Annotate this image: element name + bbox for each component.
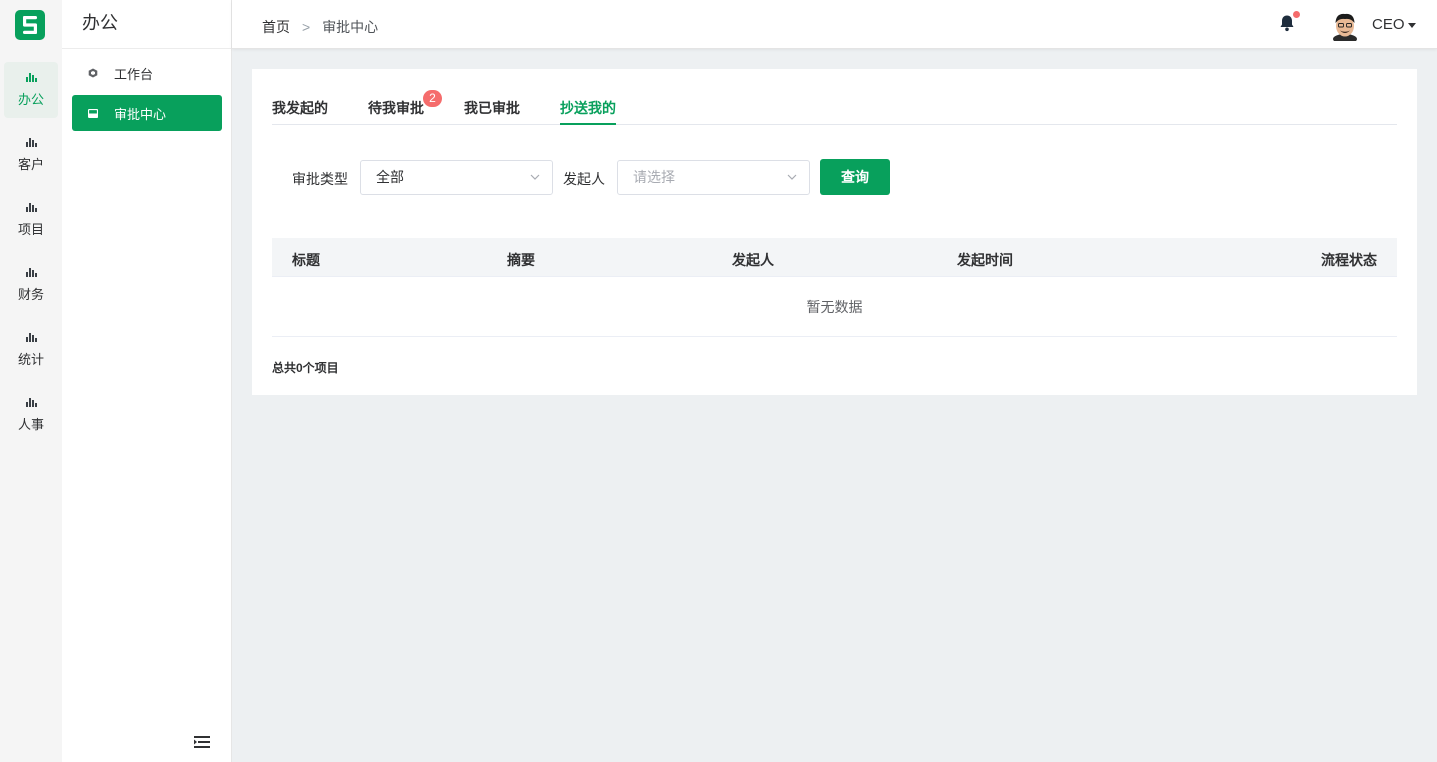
tab-approved[interactable]: 我已审批 — [464, 98, 520, 125]
menu-item-approval-center[interactable]: 审批中心 — [72, 95, 222, 131]
logo-s-icon — [23, 16, 37, 34]
breadcrumb-separator: > — [302, 19, 311, 35]
rail-item-finance[interactable]: 财务 — [4, 257, 58, 313]
query-button[interactable]: 查询 — [820, 159, 890, 195]
sub-sidebar-title: 办公 — [62, 0, 231, 49]
top-header: 首页 > 审批中心 CEO — [232, 0, 1437, 49]
rail-item-statistics[interactable]: 统计 — [4, 322, 58, 378]
rail-item-project[interactable]: 项目 — [4, 192, 58, 248]
user-name: CEO — [1372, 16, 1405, 33]
column-header-summary[interactable]: 摘要 — [507, 250, 535, 270]
column-header-title[interactable]: 标题 — [292, 250, 320, 270]
chevron-down-icon — [530, 174, 540, 180]
tab-initiated[interactable]: 我发起的 — [272, 98, 328, 125]
approval-tabs: 我发起的 待我审批 2 我已审批 抄送我的 — [272, 69, 1397, 125]
rail-item-label: 统计 — [17, 351, 44, 367]
menu-item-label: 工作台 — [114, 66, 154, 82]
rail-item-office[interactable]: 办公 — [4, 62, 58, 118]
column-header-time[interactable]: 发起时间 — [957, 250, 1013, 270]
tab-cc-me[interactable]: 抄送我的 — [560, 98, 616, 125]
rail-item-label: 人事 — [17, 416, 44, 432]
breadcrumb-current: 审批中心 — [322, 19, 379, 35]
table-header: 标题 摘要 发起人 发起时间 流程状态 — [272, 238, 1397, 277]
approval-type-select[interactable]: 全部 — [360, 160, 553, 195]
rail-item-label: 办公 — [17, 91, 44, 107]
notification-dot — [1293, 11, 1300, 18]
breadcrumb-home[interactable]: 首页 — [262, 17, 290, 37]
pending-count-badge: 2 — [423, 90, 442, 107]
notification-bell-icon[interactable] — [1279, 11, 1300, 34]
approval-type-label: 审批类型 — [292, 171, 348, 187]
inbox-icon — [88, 108, 98, 118]
tab-pending[interactable]: 待我审批 — [368, 98, 424, 125]
pagination-total: 总共0个项目 — [272, 361, 339, 375]
bar-chart-icon — [25, 332, 37, 342]
menu-item-label: 审批中心 — [114, 106, 167, 122]
bar-chart-icon — [25, 72, 37, 82]
column-header-initiator[interactable]: 发起人 — [732, 250, 774, 270]
approval-type-value: 全部 — [376, 169, 404, 185]
main-card: 我发起的 待我审批 2 我已审批 抄送我的 审批类型 全部 发起人 请选择 查询… — [252, 69, 1417, 395]
cube-icon — [88, 68, 98, 78]
collapse-menu-icon[interactable] — [194, 735, 210, 749]
rail-item-label: 财务 — [17, 286, 44, 302]
rail-item-customer[interactable]: 客户 — [4, 127, 58, 183]
bar-chart-icon — [25, 397, 37, 407]
app-logo[interactable] — [15, 10, 45, 40]
table-empty-text: 暂无数据 — [272, 277, 1397, 337]
rail-item-hr[interactable]: 人事 — [4, 387, 58, 443]
rail-item-label: 客户 — [17, 156, 44, 172]
rail-item-label: 项目 — [17, 221, 44, 237]
chevron-down-icon — [787, 174, 797, 180]
initiator-placeholder: 请选择 — [633, 169, 675, 185]
bar-chart-icon — [25, 202, 37, 212]
breadcrumb: 首页 > 审批中心 — [262, 17, 378, 37]
column-header-status[interactable]: 流程状态 — [1321, 250, 1377, 270]
user-menu[interactable]: CEO — [1372, 16, 1416, 33]
bar-chart-icon — [25, 267, 37, 277]
sub-sidebar: 办公 工作台 审批中心 — [62, 0, 232, 762]
bar-chart-icon — [25, 137, 37, 147]
caret-down-icon — [1407, 22, 1416, 28]
app-rail: 办公 客户 项目 财务 统计 人事 — [0, 0, 62, 762]
initiator-label: 发起人 — [563, 171, 605, 187]
initiator-select[interactable]: 请选择 — [617, 160, 810, 195]
avatar[interactable] — [1331, 11, 1359, 44]
menu-item-workbench[interactable]: 工作台 — [72, 55, 222, 91]
